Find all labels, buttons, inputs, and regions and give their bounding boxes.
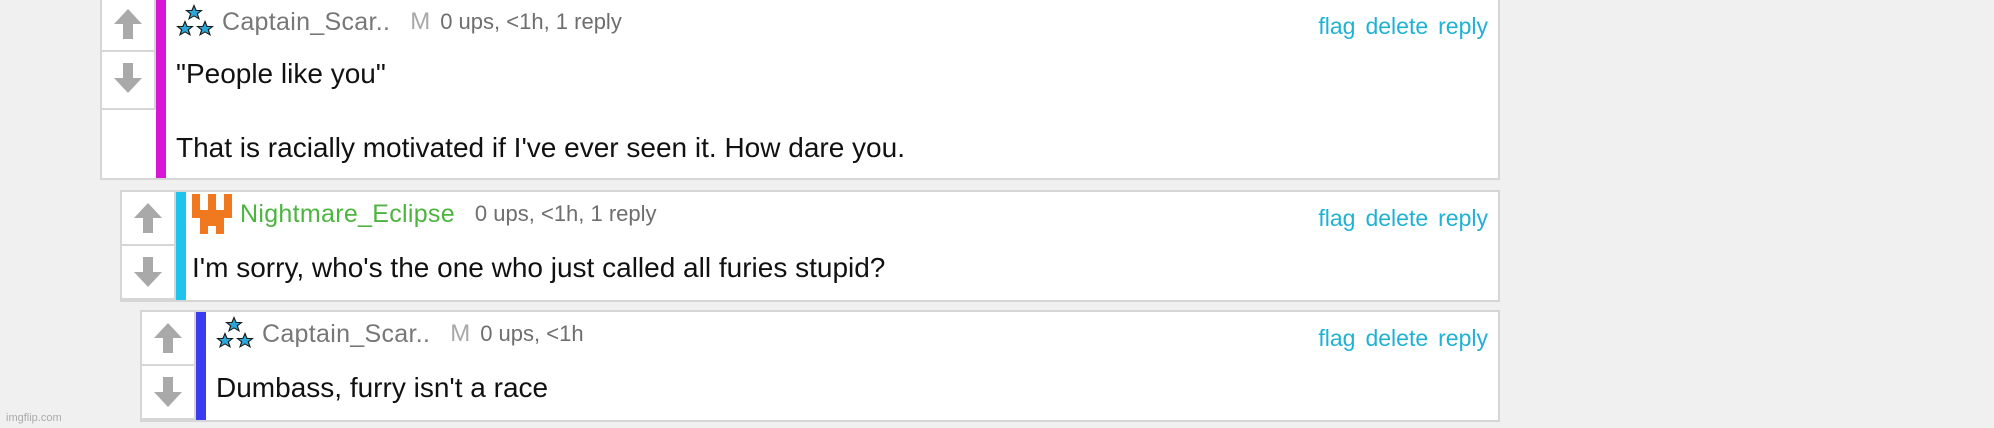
comment-text-line: "People like you" [176, 58, 386, 89]
downvote-button[interactable] [102, 50, 154, 104]
stars-avatar-icon [176, 4, 214, 36]
comment-card: Captain_Scar.. M 0 ups, <1h, 1 reply fla… [100, 0, 1500, 180]
username-link[interactable]: Nightmare_Eclipse [240, 200, 455, 229]
username-link[interactable]: Captain_Scar.. [222, 8, 390, 37]
thread-color-bar [176, 192, 186, 300]
comment-actions: flag delete reply [1318, 8, 1488, 44]
downvote-button[interactable] [122, 244, 174, 298]
thread-color-bar [196, 312, 206, 420]
comment-body: Captain_Scar.. M 0 ups, <1h, 1 reply fla… [176, 0, 1498, 178]
flag-link[interactable]: flag [1318, 205, 1355, 232]
comment-body: Captain_Scar.. M 0 ups, <1h flag delete … [216, 312, 1498, 420]
username-link[interactable]: Captain_Scar.. [262, 320, 430, 349]
comment-actions: flag delete reply [1318, 200, 1488, 236]
comment-text-line: That is racially motivated if I've ever … [176, 132, 905, 163]
upvote-button[interactable] [142, 312, 194, 364]
downvote-button[interactable] [142, 364, 194, 418]
vote-box [142, 312, 196, 420]
flag-link[interactable]: flag [1318, 325, 1355, 352]
comment-header: Captain_Scar.. M 0 ups, <1h [216, 316, 1498, 352]
comment-body: Nightmare_Eclipse 0 ups, <1h, 1 reply fl… [192, 192, 1498, 300]
comment-actions: flag delete reply [1318, 320, 1488, 356]
delete-link[interactable]: delete [1365, 205, 1428, 232]
thread-color-bar [156, 0, 166, 178]
delete-link[interactable]: delete [1365, 325, 1428, 352]
vote-box [122, 192, 176, 300]
stars-avatar-icon [216, 316, 254, 348]
upvote-button[interactable] [122, 192, 174, 244]
reply-link[interactable]: reply [1438, 205, 1488, 232]
upvote-button[interactable] [102, 0, 154, 50]
down-arrow-icon [134, 257, 162, 287]
vote-box [102, 0, 156, 110]
up-arrow-icon [134, 203, 162, 233]
comment-text-line: I'm sorry, who's the one who just called… [192, 252, 886, 283]
comment-header: Nightmare_Eclipse 0 ups, <1h, 1 reply [192, 194, 1498, 234]
flag-link[interactable]: flag [1318, 13, 1355, 40]
comment-meta: 0 ups, <1h, 1 reply [440, 9, 622, 34]
comment-meta: 0 ups, <1h [480, 321, 584, 346]
down-arrow-icon [154, 377, 182, 407]
comment-card: Captain_Scar.. M 0 ups, <1h flag delete … [140, 310, 1500, 422]
up-arrow-icon [154, 323, 182, 353]
comment-card: Nightmare_Eclipse 0 ups, <1h, 1 reply fl… [120, 190, 1500, 302]
orange-pixel-avatar-icon [192, 194, 232, 234]
up-arrow-icon [114, 9, 142, 39]
reply-link[interactable]: reply [1438, 13, 1488, 40]
comment-text-line: Dumbass, furry isn't a race [216, 372, 549, 403]
mod-badge: M [450, 320, 471, 347]
comment-meta: 0 ups, <1h, 1 reply [474, 201, 657, 226]
mod-badge: M [410, 8, 431, 35]
delete-link[interactable]: delete [1365, 13, 1428, 40]
reply-link[interactable]: reply [1438, 325, 1488, 352]
watermark: imgflip.com [6, 412, 62, 424]
down-arrow-icon [114, 63, 142, 93]
comment-header: Captain_Scar.. M 0 ups, <1h, 1 reply [176, 4, 1498, 40]
